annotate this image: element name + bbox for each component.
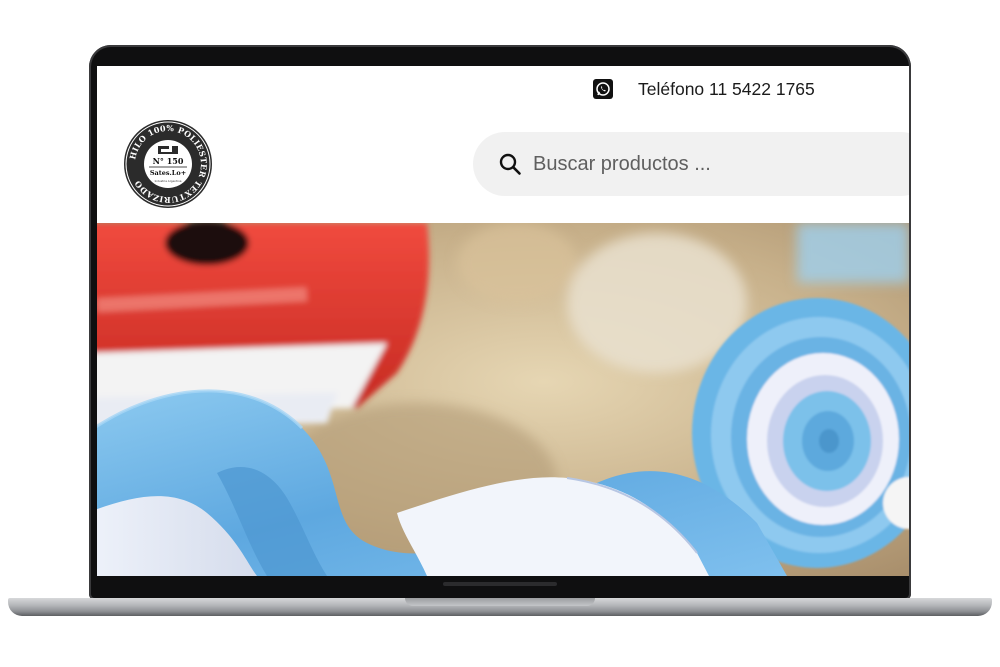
laptop-hinge [443,582,557,586]
search-icon[interactable] [498,152,522,176]
laptop-mockup: Teléfono 11 5422 1765 HILO 100% POLIESTE… [0,0,1000,667]
logo-number: N° 150 [153,156,184,166]
laptop-notch [405,598,595,606]
top-bar: Teléfono 11 5422 1765 [97,66,909,116]
phone-number[interactable]: Teléfono 11 5422 1765 [638,79,815,100]
brand-logo[interactable]: HILO 100% POLIESTER TEXTURIZADO N° 150 S… [123,119,213,209]
search-input[interactable] [533,146,909,182]
whatsapp-icon[interactable] [593,79,613,99]
ribbons-banner-image [97,223,909,576]
hero-banner[interactable] [97,223,909,576]
logo-small-text: Industria Argentina [155,179,182,183]
search-bar[interactable] [473,132,909,196]
website-screen: Teléfono 11 5422 1765 HILO 100% POLIESTE… [97,66,909,576]
logo-brand: Sates.Lo+ [150,169,186,177]
